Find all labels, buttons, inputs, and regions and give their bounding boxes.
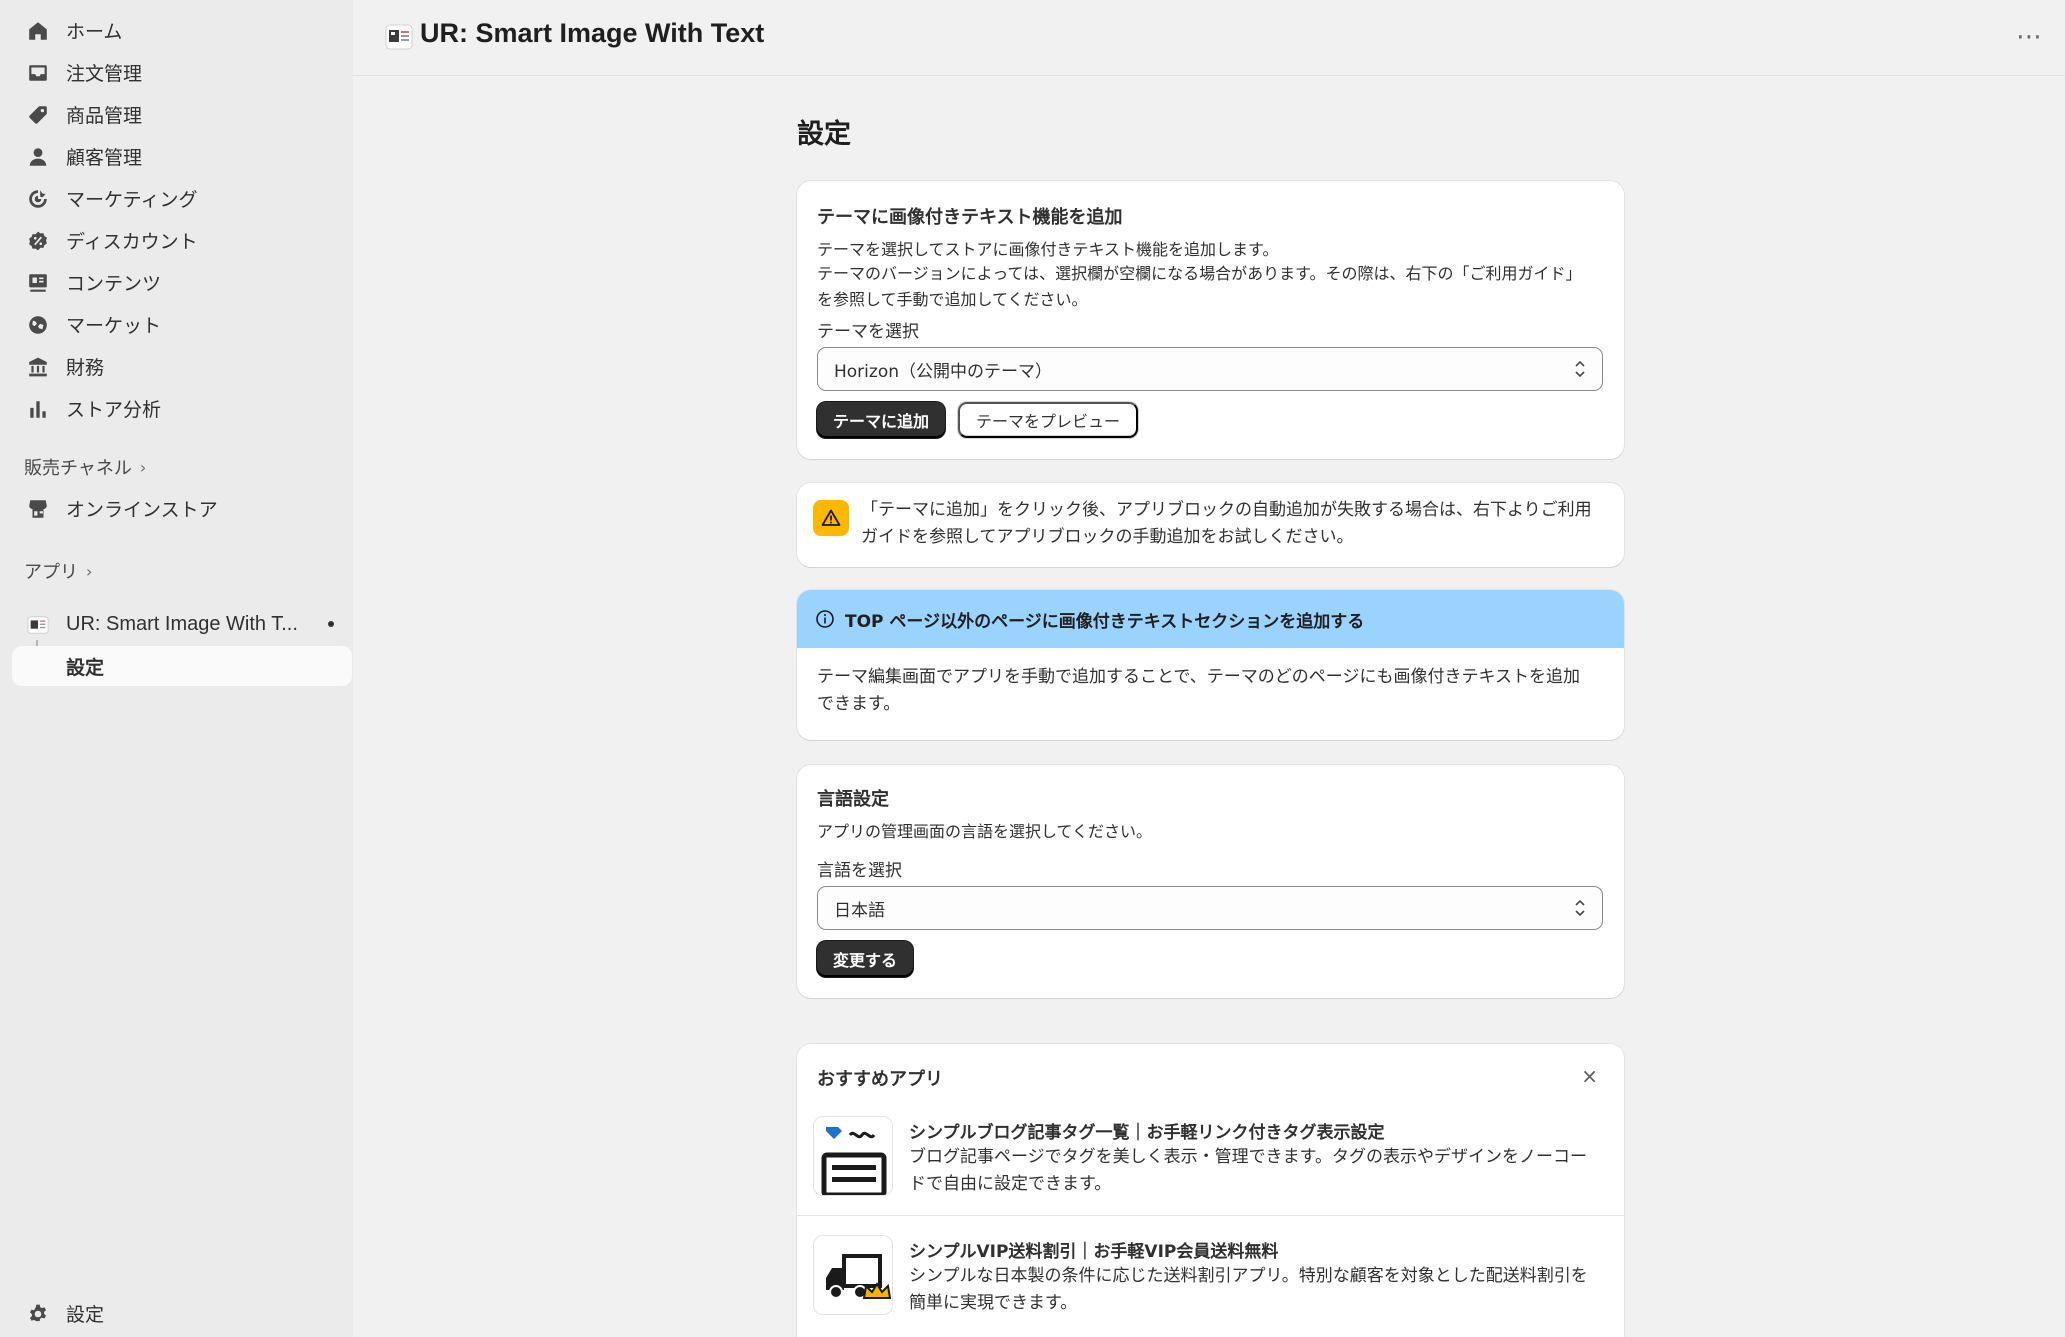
sidebar-item-label: ホーム xyxy=(66,20,123,43)
sidebar-item-app[interactable]: UR: Smart Image With T... xyxy=(12,604,352,644)
recommended-app-item[interactable]: シンプルブログ記事タグ一覧｜お手軽リンク付きタグ表示設定 ブログ記事ページでタグ… xyxy=(797,1112,1624,1230)
sidebar-item-label: ディスカウント xyxy=(66,230,198,253)
theme-select[interactable]: Horizon（公開中のテーマ） xyxy=(817,347,1603,391)
sidebar-item-home[interactable]: ホーム xyxy=(12,10,352,50)
theme-card-description-1: テーマを選択してストアに画像付きテキスト機能を追加します。 xyxy=(817,240,1279,259)
sidebar-item-label: 財務 xyxy=(66,356,105,379)
sidebar-item-analytics[interactable]: ストア分析 xyxy=(12,388,352,428)
language-card: 言語設定 アプリの管理画面の言語を選択してください。 言語を選択 日本語 変更す… xyxy=(797,765,1624,998)
target-icon xyxy=(26,187,50,211)
sidebar-item-label: 注文管理 xyxy=(66,62,143,85)
recommend-card: おすすめアプリ × シンプルブログ記事タグ一覧｜お手軽リンク付きタグ表示設定 ブ… xyxy=(797,1044,1624,1337)
info-card: TOP ページ以外のページに画像付きテキストセクションを追加する テーマ編集画面… xyxy=(797,590,1624,740)
content-icon xyxy=(26,271,50,295)
change-language-button[interactable]: 変更する xyxy=(817,941,914,977)
blog-tag-app-icon xyxy=(813,1116,893,1196)
sales-channels-header[interactable]: 販売チャネル › xyxy=(24,454,146,480)
bank-icon xyxy=(26,355,50,379)
warning-text: 「テーマに追加」をクリック後、アプリブロックの自動追加が失敗する場合は、右下より… xyxy=(861,500,1592,547)
language-card-description: アプリの管理画面の言語を選択してください。 xyxy=(817,822,1153,841)
language-select[interactable]: 日本語 xyxy=(817,886,1603,930)
info-banner: TOP ページ以外のページに画像付きテキストセクションを追加する xyxy=(797,590,1624,648)
sidebar-item-app-settings[interactable]: 設定 xyxy=(12,646,352,686)
app-image-icon xyxy=(26,613,50,637)
recommended-app-description: ブログ記事ページでタグを美しく表示・管理できます。タグの表示やデザインをノーコー… xyxy=(909,1147,1587,1194)
app-title: UR: Smart Image With Text xyxy=(420,18,765,48)
apps-header[interactable]: アプリ › xyxy=(24,558,92,584)
sidebar-app-name: UR: Smart Image With T... xyxy=(66,612,298,635)
recommended-app-name: シンプルVIP送料割引｜お手軽VIP会員送料無料 xyxy=(909,1242,1279,1262)
recommended-app-name: シンプルブログ記事タグ一覧｜お手軽リンク付きタグ表示設定 xyxy=(909,1123,1385,1143)
preview-theme-button[interactable]: テーマをプレビュー xyxy=(958,402,1139,438)
theme-select-value: Horizon（公開中のテーマ） xyxy=(834,361,1052,382)
recommended-app-item[interactable]: シンプルVIP送料割引｜お手軽VIP会員送料無料 シンプルな日本製の条件に応じた… xyxy=(797,1231,1624,1337)
info-banner-title: TOP ページ以外のページに画像付きテキストセクションを追加する xyxy=(845,612,1365,632)
store-icon xyxy=(26,497,50,521)
inbox-icon xyxy=(26,61,50,85)
close-icon[interactable]: × xyxy=(1581,1064,1598,1088)
sidebar-item-label: 設定 xyxy=(66,656,105,679)
sidebar-item-label: コンテンツ xyxy=(66,272,162,295)
language-card-title: 言語設定 xyxy=(817,789,889,810)
sidebar-item-label: マーケティング xyxy=(66,188,198,211)
person-icon xyxy=(26,145,50,169)
pin-dot xyxy=(328,621,334,627)
sidebar-item-label: オンラインストア xyxy=(66,498,218,521)
sidebar-item-label: ストア分析 xyxy=(66,398,162,421)
divider xyxy=(797,1215,1624,1216)
language-select-value: 日本語 xyxy=(834,900,885,921)
bar-chart-icon xyxy=(26,397,50,421)
sidebar-item-customers[interactable]: 顧客管理 xyxy=(12,136,352,176)
vip-shipping-app-icon xyxy=(813,1235,893,1315)
theme-select-label: テーマを選択 xyxy=(817,322,919,342)
sidebar-item-settings[interactable]: 設定 xyxy=(12,1293,352,1333)
theme-card-title: テーマに画像付きテキスト機能を追加 xyxy=(817,207,1123,228)
sidebar-item-finance[interactable]: 財務 xyxy=(12,346,352,386)
discount-icon xyxy=(26,229,50,253)
add-to-theme-button[interactable]: テーマに追加 xyxy=(817,402,946,438)
chevron-right-icon: › xyxy=(139,457,147,477)
home-icon xyxy=(26,19,50,43)
sidebar-item-label: 商品管理 xyxy=(66,104,143,127)
sidebar-item-label: 設定 xyxy=(66,1303,105,1326)
apps-label: アプリ xyxy=(24,562,78,583)
sidebar-item-label: マーケット xyxy=(66,314,162,337)
sidebar-item-orders[interactable]: 注文管理 xyxy=(12,52,352,92)
app-image-icon xyxy=(385,24,413,50)
sidebar: ホーム 注文管理 商品管理 顧客管理 マーケティング ディスカウント コンテンツ… xyxy=(0,0,353,1337)
tag-icon xyxy=(26,103,50,127)
sidebar-item-online-store[interactable]: オンラインストア xyxy=(12,488,352,528)
recommend-card-title: おすすめアプリ xyxy=(817,1069,943,1090)
sales-channels-label: 販売チャネル xyxy=(24,458,132,479)
language-select-label: 言語を選択 xyxy=(817,861,902,881)
sidebar-item-label: 顧客管理 xyxy=(66,146,143,169)
more-actions-icon[interactable]: ⋯ xyxy=(2016,22,2043,52)
globe-icon xyxy=(26,313,50,337)
info-icon xyxy=(816,610,834,628)
sidebar-item-products[interactable]: 商品管理 xyxy=(12,94,352,134)
sidebar-item-discounts[interactable]: ディスカウント xyxy=(12,220,352,260)
page-title: 設定 xyxy=(797,119,851,150)
theme-card: テーマに画像付きテキスト機能を追加 テーマを選択してストアに画像付きテキスト機能… xyxy=(797,181,1624,459)
select-arrows-icon xyxy=(1575,899,1585,917)
sidebar-item-marketing[interactable]: マーケティング xyxy=(12,178,352,218)
select-arrows-icon xyxy=(1575,360,1585,378)
info-text: テーマ編集画面でアプリを手動で追加することで、テーマのどのページにも画像付きテキ… xyxy=(817,667,1580,714)
warning-card: 「テーマに追加」をクリック後、アプリブロックの自動追加が失敗する場合は、右下より… xyxy=(797,483,1624,567)
sidebar-item-markets[interactable]: マーケット xyxy=(12,304,352,344)
warning-icon xyxy=(813,500,849,536)
chevron-right-icon: › xyxy=(86,561,93,581)
gear-icon xyxy=(26,1302,50,1326)
recommended-app-description: シンプルな日本製の条件に応じた送料割引アプリ。特別な顧客を対象とした配送料割引を… xyxy=(909,1266,1588,1313)
sidebar-item-content[interactable]: コンテンツ xyxy=(12,262,352,302)
theme-card-description-2: テーマのバージョンによっては、選択欄が空欄になる場合があります。その際は、右下の… xyxy=(817,264,1582,309)
